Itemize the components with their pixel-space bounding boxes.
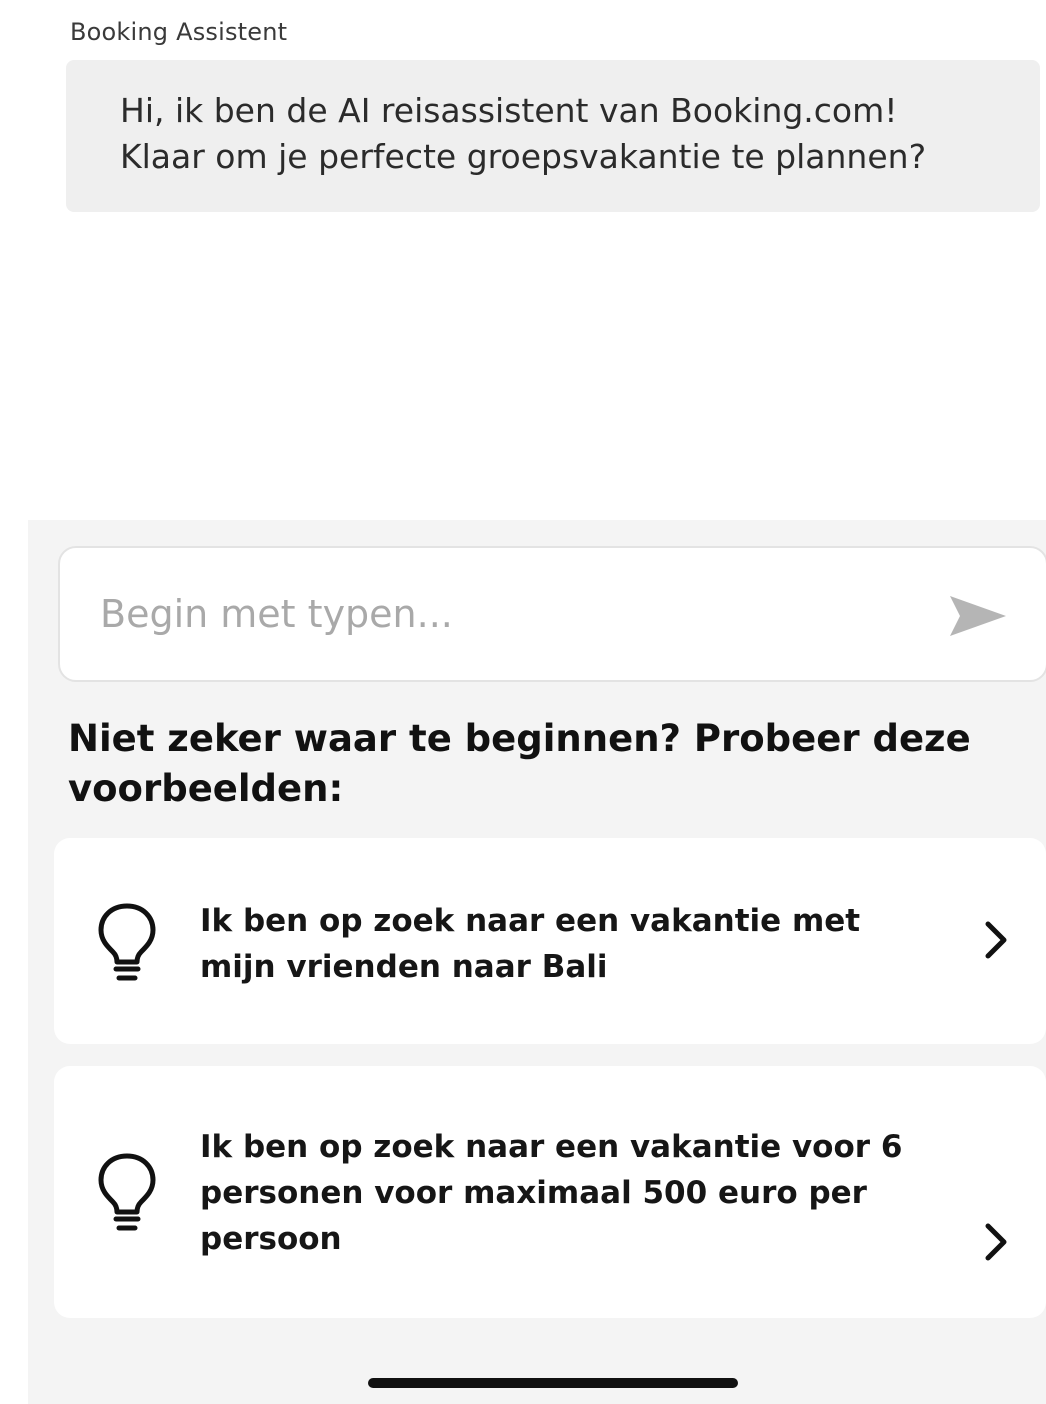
suggestion-card[interactable]: Ik ben op zoek naar een vakantie met mij… xyxy=(54,838,1046,1044)
lightbulb-icon xyxy=(98,903,156,981)
message-composer xyxy=(58,546,1046,682)
bottom-panel: Niet zeker waar te beginnen? Probeer dez… xyxy=(28,520,1046,1404)
assistant-message-bubble: Hi, ik ben de AI reisassistent van Booki… xyxy=(66,60,1040,212)
sender-label: Booking Assistent xyxy=(70,18,288,46)
suggestion-text: Ik ben op zoek naar een vakantie met mij… xyxy=(200,903,861,985)
send-arrow-icon[interactable] xyxy=(948,592,1008,640)
home-indicator-area xyxy=(28,1220,1046,1404)
message-input[interactable] xyxy=(100,548,920,680)
suggestions-heading: Niet zeker waar te beginnen? Probeer dez… xyxy=(68,717,971,810)
chevron-right-icon xyxy=(985,921,1007,959)
chat-screen: Booking Assistent Hi, ik ben de AI reisa… xyxy=(0,0,1046,1404)
home-indicator[interactable] xyxy=(368,1378,738,1388)
assistant-message-text: Hi, ik ben de AI reisassistent van Booki… xyxy=(120,91,927,176)
